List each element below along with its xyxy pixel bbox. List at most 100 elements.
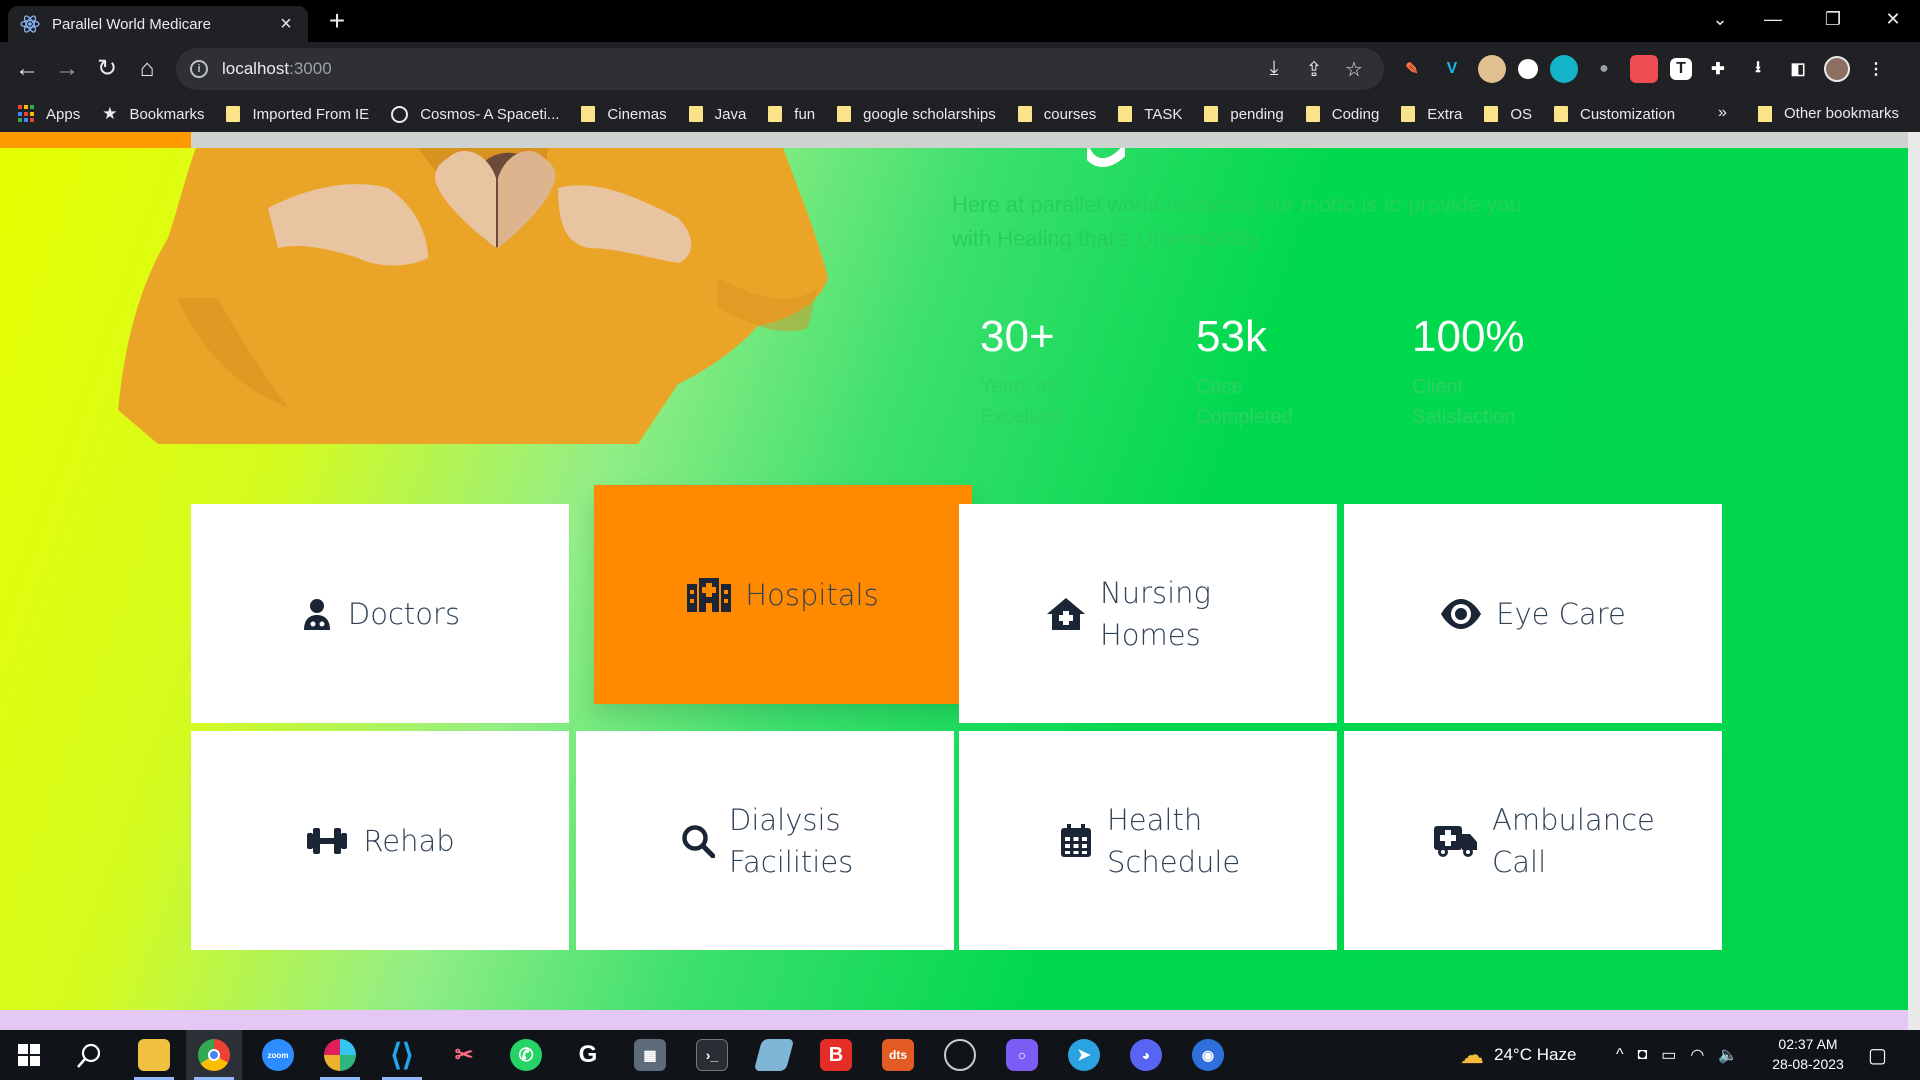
browser-tab-strip: Parallel World Medicare × + ⌄ — ❐ ✕ — [0, 0, 1920, 42]
bookmark-folder[interactable]: Coding — [1305, 106, 1379, 123]
more-bookmarks-button[interactable]: » — [1718, 104, 1727, 122]
bookmark-folder[interactable]: courses — [1017, 106, 1096, 123]
notepad-icon[interactable] — [753, 1039, 795, 1071]
scroll-progress-track — [0, 132, 1908, 148]
zoom-icon[interactable]: zoom — [262, 1039, 294, 1071]
service-card-nursing-homes[interactable]: Nursing Homes — [959, 504, 1337, 723]
red-extension-icon[interactable] — [1630, 55, 1658, 83]
telegram-icon[interactable]: ➤ — [1068, 1039, 1100, 1071]
file-explorer-icon[interactable] — [138, 1039, 170, 1071]
eye-icon — [1441, 598, 1482, 629]
tab-search-icon[interactable]: ⌄ — [1700, 6, 1740, 32]
search-icon[interactable] — [76, 1043, 102, 1069]
haze-weather-icon: ☁ — [1460, 1041, 1484, 1069]
service-card-rehab[interactable]: Rehab — [191, 731, 569, 950]
folder-icon — [1305, 106, 1320, 122]
side-panel-icon[interactable]: ◧ — [1784, 55, 1812, 83]
camera-icon[interactable]: ◘ — [1638, 1046, 1648, 1064]
service-label: Doctors — [347, 596, 461, 631]
back-icon[interactable]: ← — [12, 54, 42, 84]
service-card-health-schedule[interactable]: Health Schedule — [959, 731, 1337, 950]
bookmark-star-icon[interactable]: ☆ — [1342, 57, 1366, 82]
firefox-icon[interactable]: ◉ — [1192, 1039, 1224, 1071]
stat-cases: 53k Case Completed — [1196, 312, 1396, 432]
apps-grid-icon — [18, 105, 36, 123]
bitdefender-label: B — [828, 1043, 844, 1066]
folder-icon — [1017, 106, 1032, 122]
bookmark-folder[interactable]: fun — [768, 106, 815, 123]
notification-icon[interactable]: ▢ — [1868, 1030, 1887, 1080]
bookmark-folder[interactable]: Customization — [1554, 106, 1675, 123]
bookmark-bookmarks[interactable]: ★ Bookmarks — [102, 104, 204, 124]
vimeo-extension-icon[interactable]: V — [1438, 55, 1466, 83]
dot-extension-icon[interactable]: ● — [1590, 55, 1618, 83]
slack-icon[interactable] — [324, 1039, 356, 1071]
service-card-doctors[interactable]: Doctors — [191, 504, 569, 723]
terminal-icon[interactable]: ›_ — [696, 1039, 728, 1071]
browser-tab[interactable]: Parallel World Medicare × — [8, 6, 308, 42]
volume-icon[interactable]: 🔈 — [1718, 1045, 1738, 1065]
share-icon[interactable]: ⇪ — [1302, 57, 1326, 82]
bookmark-folder[interactable]: pending — [1204, 106, 1284, 123]
wifi-icon[interactable]: ◠ — [1690, 1045, 1704, 1065]
service-card-dialysis[interactable]: Dialysis Facilities — [576, 731, 954, 950]
downloads-icon[interactable]: ⭳ — [1744, 55, 1772, 83]
github-desktop-icon[interactable]: G — [572, 1039, 604, 1071]
service-label: Health Schedule — [1107, 802, 1241, 879]
whatsapp-icon[interactable]: ✆ — [510, 1039, 542, 1071]
bookmark-folder[interactable]: Java — [688, 106, 746, 123]
install-app-icon[interactable]: ⤓ — [1262, 57, 1286, 82]
home-icon[interactable]: ⌂ — [132, 54, 162, 84]
restore-icon[interactable]: ❐ — [1813, 6, 1853, 32]
discord-icon[interactable]: ◕ — [1130, 1039, 1162, 1071]
clock-date: 28-08-2023 — [1772, 1056, 1844, 1072]
bookmark-folder[interactable]: OS — [1484, 106, 1532, 123]
service-card-hospitals[interactable]: Hospitals — [594, 485, 972, 704]
minimize-icon[interactable]: — — [1753, 6, 1793, 32]
close-window-icon[interactable]: ✕ — [1873, 6, 1913, 32]
star-icon: ★ — [102, 104, 118, 123]
battery-icon[interactable]: ▭ — [1661, 1045, 1676, 1065]
chrome-icon[interactable] — [198, 1039, 230, 1071]
other-bookmarks-folder[interactable]: Other bookmarks — [1758, 105, 1899, 122]
profile-avatar[interactable] — [1824, 56, 1850, 82]
bookmark-folder[interactable]: Cinemas — [581, 106, 667, 123]
pen-extension-icon[interactable]: ✎ — [1398, 55, 1426, 83]
new-tab-button[interactable]: + — [322, 7, 352, 35]
bookmark-folder[interactable]: google scholarships — [837, 106, 996, 123]
puzzle-extensions-icon[interactable]: ✚ — [1704, 55, 1732, 83]
folder-icon — [226, 106, 241, 122]
menu-icon[interactable]: ⋮ — [1862, 55, 1890, 83]
bookmark-folder[interactable]: Extra — [1401, 106, 1462, 123]
service-card-eye-care[interactable]: Eye Care — [1344, 504, 1722, 723]
dts-audio-icon[interactable]: dts — [882, 1039, 914, 1071]
t-extension-icon[interactable]: T — [1670, 58, 1692, 80]
service-label: Eye Care — [1496, 596, 1626, 631]
bitdefender-icon[interactable]: B — [820, 1039, 852, 1071]
cortana-icon[interactable]: ○ — [1006, 1039, 1038, 1071]
page-scrollbar[interactable] — [1908, 132, 1920, 1030]
close-tab-icon[interactable]: × — [276, 13, 296, 36]
vscode-icon[interactable]: ⟨⟩ — [386, 1039, 418, 1072]
service-card-ambulance[interactable]: Ambulance Call — [1344, 731, 1722, 950]
forward-icon[interactable]: → — [52, 54, 82, 84]
calculator-icon[interactable]: ▦ — [634, 1039, 666, 1071]
bookmark-folder[interactable]: TASK — [1118, 106, 1182, 123]
white-circle-extension-icon[interactable] — [1518, 59, 1538, 79]
bookmark-apps[interactable]: Apps — [18, 105, 80, 123]
site-info-icon[interactable]: i — [190, 60, 208, 78]
tab-title: Parallel World Medicare — [52, 15, 211, 33]
address-bar[interactable]: i localhost:3000 ⤓ ⇪ ☆ — [176, 48, 1384, 90]
weather-widget[interactable]: ☁ 24°C Haze — [1460, 1030, 1576, 1080]
reload-icon[interactable]: ↻ — [92, 54, 122, 84]
obs-icon[interactable] — [944, 1039, 976, 1071]
chevron-up-icon[interactable]: ^ — [1616, 1046, 1624, 1064]
windows-start-icon[interactable] — [18, 1044, 40, 1066]
hero-photo — [118, 148, 828, 444]
bookmark-folder[interactable]: Imported From IE — [226, 106, 369, 123]
chat-extension-icon[interactable] — [1550, 55, 1578, 83]
owl-extension-icon[interactable] — [1478, 55, 1506, 83]
bookmark-cosmos[interactable]: Cosmos- A Spaceti... — [391, 105, 559, 123]
snipping-tool-icon[interactable]: ✂ — [448, 1039, 480, 1071]
taskbar-clock[interactable]: 02:37 AM 28-08-2023 — [1768, 1034, 1848, 1074]
